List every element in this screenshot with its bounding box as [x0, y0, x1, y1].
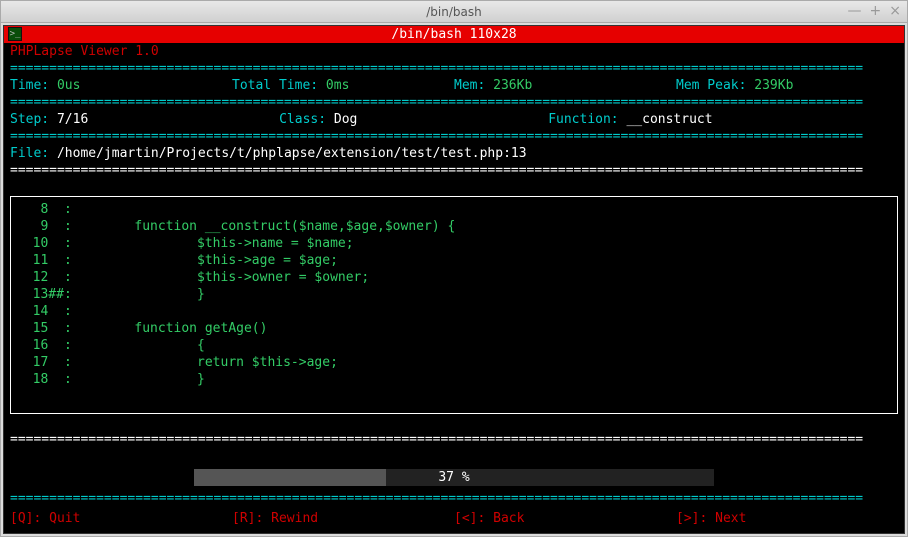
- back-label: Back: [485, 511, 524, 526]
- time-label: Time:: [10, 78, 49, 93]
- rewind-label: Rewind: [263, 511, 318, 526]
- minimize-button[interactable]: —: [848, 3, 862, 19]
- window-controls: — + ×: [848, 3, 901, 19]
- mem-label: Mem:: [454, 78, 485, 93]
- code-line: 8 :: [11, 201, 897, 218]
- divider: ========================================…: [4, 490, 904, 507]
- app-title: PHPLapse Viewer 1.0: [4, 43, 904, 60]
- peak-label: Mem Peak:: [676, 78, 746, 93]
- close-button[interactable]: ×: [889, 3, 901, 19]
- divider: ========================================…: [4, 162, 904, 179]
- code-line: 14 :: [11, 303, 897, 320]
- spacer: [4, 448, 904, 465]
- stats-row-1: Time: 0us Total Time: 0ms Mem: 236Kb Mem…: [4, 77, 904, 94]
- tab-title: /bin/bash 110x28: [391, 26, 516, 43]
- divider: ========================================…: [4, 431, 904, 448]
- progress-wrap: 37 %: [4, 465, 904, 490]
- step-label: Step:: [10, 112, 49, 127]
- code-line: 10 : $this->name = $name;: [11, 235, 897, 252]
- time-value: 0us: [57, 78, 80, 93]
- file-label: File:: [10, 146, 49, 161]
- divider: ========================================…: [4, 60, 904, 77]
- code-line: 16 : {: [11, 337, 897, 354]
- spacer: [4, 179, 904, 196]
- code-line: 9 : function __construct($name,$age,$own…: [11, 218, 897, 235]
- tab-bar: >_ /bin/bash 110x28: [4, 26, 904, 43]
- next-label: Next: [707, 511, 746, 526]
- func-label: Function:: [548, 112, 618, 127]
- rewind-key: [R]:: [232, 511, 263, 526]
- file-path: /home/jmartin/Projects/t/phplapse/extens…: [57, 146, 527, 161]
- next-key: [>]:: [676, 511, 707, 526]
- progress-text: 37 %: [194, 469, 714, 486]
- func-value: __construct: [626, 112, 712, 127]
- peak-value: 239Kb: [754, 78, 793, 93]
- stats-row-2: Step: 7/16 Class: Dog Function: __constr…: [4, 111, 904, 128]
- code-panel: 8 : 9 : function __construct($name,$age,…: [10, 196, 898, 414]
- window-title: /bin/bash: [426, 5, 481, 19]
- next-hint[interactable]: [>]: Next: [676, 510, 898, 527]
- divider: ========================================…: [4, 94, 904, 111]
- file-row: File: /home/jmartin/Projects/t/phplapse/…: [4, 145, 904, 162]
- quit-hint[interactable]: [Q]: Quit: [10, 510, 232, 527]
- code-line: 11 : $this->age = $age;: [11, 252, 897, 269]
- class-label: Class:: [279, 112, 326, 127]
- divider: ========================================…: [4, 128, 904, 145]
- total-value: 0ms: [326, 78, 349, 93]
- quit-key: [Q]:: [10, 511, 41, 526]
- rewind-hint[interactable]: [R]: Rewind: [232, 510, 454, 527]
- total-label: Total Time:: [232, 78, 318, 93]
- mem-value: 236Kb: [493, 78, 532, 93]
- progress-bar: 37 %: [194, 469, 714, 486]
- terminal-icon: >_: [8, 27, 22, 41]
- footer: [Q]: Quit [R]: Rewind [<]: Back [>]: Nex…: [4, 510, 904, 527]
- maximize-button[interactable]: +: [870, 3, 882, 19]
- code-line: 12 : $this->owner = $owner;: [11, 269, 897, 286]
- spacer: [4, 414, 904, 431]
- terminal[interactable]: >_ /bin/bash 110x28 PHPLapse Viewer 1.0 …: [3, 25, 905, 534]
- code-line: 18 : }: [11, 371, 897, 388]
- code-line: 15 : function getAge(): [11, 320, 897, 337]
- titlebar[interactable]: /bin/bash — + ×: [1, 1, 907, 23]
- back-hint[interactable]: [<]: Back: [454, 510, 676, 527]
- back-key: [<]:: [454, 511, 485, 526]
- window-frame: /bin/bash — + × >_ /bin/bash 110x28 PHPL…: [0, 0, 908, 537]
- code-line: 13##: }: [11, 286, 897, 303]
- quit-label: Quit: [41, 511, 80, 526]
- step-value: 7/16: [57, 112, 88, 127]
- code-line: 17 : return $this->age;: [11, 354, 897, 371]
- class-value: Dog: [334, 112, 357, 127]
